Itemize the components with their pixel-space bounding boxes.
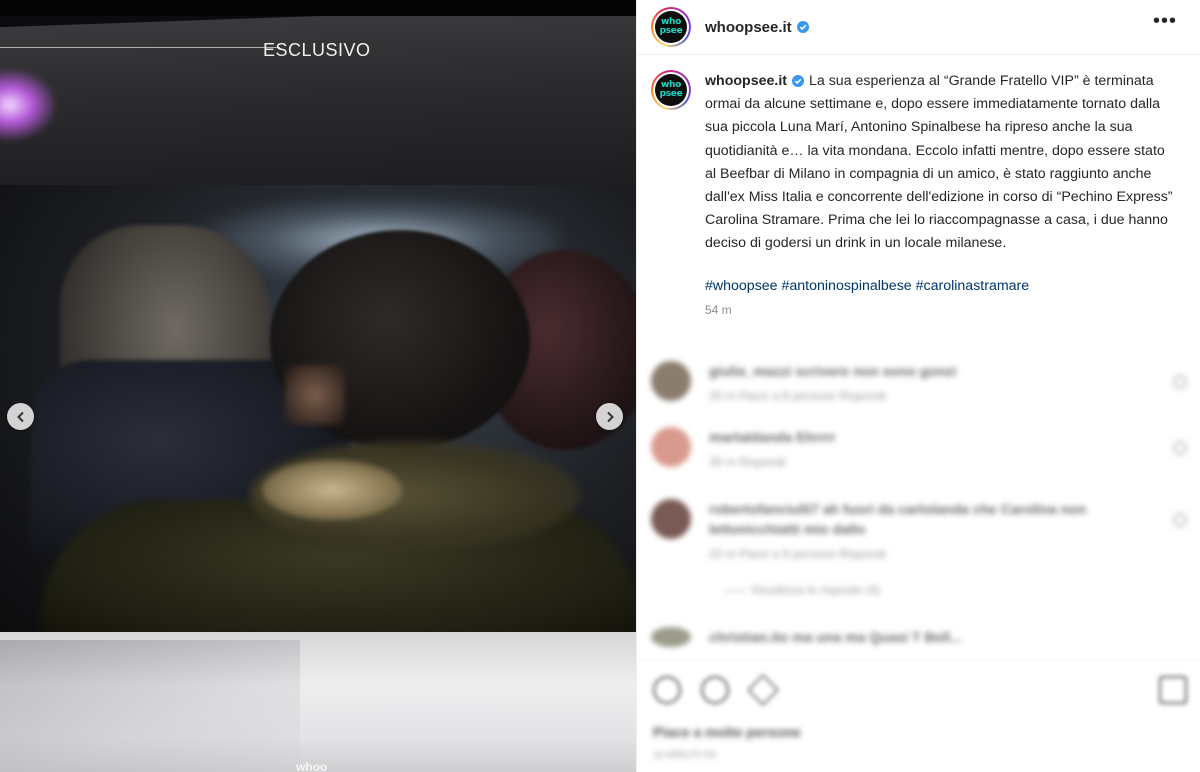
- caption-body: whoopsee.it La sua esperienza al “Grande …: [705, 70, 1175, 317]
- comment-text: martaldanda Ehrrrr: [709, 429, 836, 445]
- avatar-logo: who psee: [655, 11, 687, 43]
- comment-item: robertofanciulli7 ah fuori da cartolanda…: [651, 499, 1191, 561]
- account-avatar[interactable]: who psee: [651, 7, 691, 47]
- post-header: who psee whoopsee.it •••: [651, 0, 1191, 54]
- comment-like-icon[interactable]: [1173, 441, 1187, 455]
- next-photo-button[interactable]: [596, 403, 623, 430]
- comment-body: giulia_mazzi scrivere non sono gonzi 20 …: [709, 361, 956, 403]
- comment-meta: 30 m Rispondi: [709, 455, 786, 469]
- comment-avatar[interactable]: [651, 627, 691, 647]
- caption-avatar[interactable]: who psee: [651, 70, 691, 110]
- comment-meta: 20 m Piace a 8 persone Rispondi: [709, 389, 886, 403]
- post-date: 10 MINUTI FA: [653, 750, 717, 761]
- more-options-icon[interactable]: •••: [1153, 10, 1177, 33]
- header-divider: [637, 54, 1200, 55]
- save-icon[interactable]: [1159, 676, 1187, 704]
- post-actions: [651, 672, 1191, 708]
- comment-item: martaldanda Ehrrrr 30 m Rispondi: [651, 427, 1191, 469]
- comment-like-icon[interactable]: [1173, 375, 1187, 389]
- avatar-ring: who psee: [653, 9, 689, 45]
- share-icon[interactable]: [747, 674, 779, 706]
- chevron-left-icon: [16, 411, 24, 422]
- likes-count[interactable]: Piace a molte persone: [653, 724, 801, 740]
- comment-avatar[interactable]: [651, 427, 691, 467]
- avatar-logo: who psee: [655, 74, 687, 106]
- caption-hashtags[interactable]: #whoopsee #antoninospinalbese #carolinas…: [705, 278, 1175, 294]
- caption-text-block: whoopsee.it La sua esperienza al “Grande …: [705, 70, 1175, 256]
- verified-badge-icon: [791, 75, 804, 88]
- post-time-ago: 54 m: [705, 302, 732, 317]
- comment-text: christian.ito ma una ma Quasi T Bell...: [709, 629, 962, 645]
- comment-body: christian.ito ma una ma Quasi T Bell...: [709, 627, 962, 647]
- comment-item: christian.ito ma una ma Quasi T Bell...: [651, 627, 1191, 647]
- media-top-bar: [0, 0, 636, 16]
- comment-text: robertofanciulli7 ah fuori da cartolanda…: [709, 501, 1087, 537]
- post-media[interactable]: ESCLUSIVO whoo: [0, 0, 636, 772]
- comment-avatar[interactable]: [651, 361, 691, 401]
- avatar-logo-line2: psee: [659, 89, 683, 99]
- header-username[interactable]: whoopsee.it: [705, 19, 792, 36]
- caption: who psee whoopsee.it La sua esperienza al…: [651, 70, 1191, 317]
- photo-person-hand: [262, 460, 402, 520]
- comment-body: robertofanciulli7 ah fuori da cartolanda…: [709, 499, 1149, 561]
- verified-badge-icon: [796, 21, 809, 33]
- comment-item: giulia_mazzi scrivere non sono gonzi 20 …: [651, 361, 1191, 403]
- watermark: whoo: [296, 760, 328, 772]
- avatar-logo-line2: psee: [659, 26, 683, 36]
- badge-line: [0, 47, 280, 48]
- comment-meta: 20 m Piace a 8 persone Rispondi: [709, 547, 886, 561]
- chevron-right-icon: [606, 411, 614, 422]
- comment-avatar[interactable]: [651, 499, 691, 539]
- comments-list: giulia_mazzi scrivere non sono gonzi 20 …: [651, 355, 1191, 647]
- like-icon[interactable]: [653, 676, 681, 704]
- avatar-ring: who psee: [653, 72, 689, 108]
- comment-body: martaldanda Ehrrrr 30 m Rispondi: [709, 427, 836, 469]
- caption-text: La sua esperienza al “Grande Fratello VI…: [705, 73, 1173, 252]
- comment-like-icon[interactable]: [1173, 513, 1187, 527]
- exclusive-badge: ESCLUSIVO: [263, 40, 371, 60]
- comment-text: giulia_mazzi scrivere non sono gonzi: [709, 363, 957, 379]
- actions-divider: [637, 660, 1200, 661]
- photo-door-shadow: [0, 640, 300, 772]
- prev-photo-button[interactable]: [7, 403, 34, 430]
- post-panel: who psee whoopsee.it ••• who psee whoops…: [636, 0, 1200, 772]
- caption-username[interactable]: whoopsee.it: [705, 73, 787, 89]
- photo-neon-light: [0, 70, 55, 140]
- photo-person-face: [285, 365, 345, 425]
- comment-icon[interactable]: [701, 676, 729, 704]
- view-replies-link[interactable]: —— Visualizza le risposte (4): [723, 583, 1191, 597]
